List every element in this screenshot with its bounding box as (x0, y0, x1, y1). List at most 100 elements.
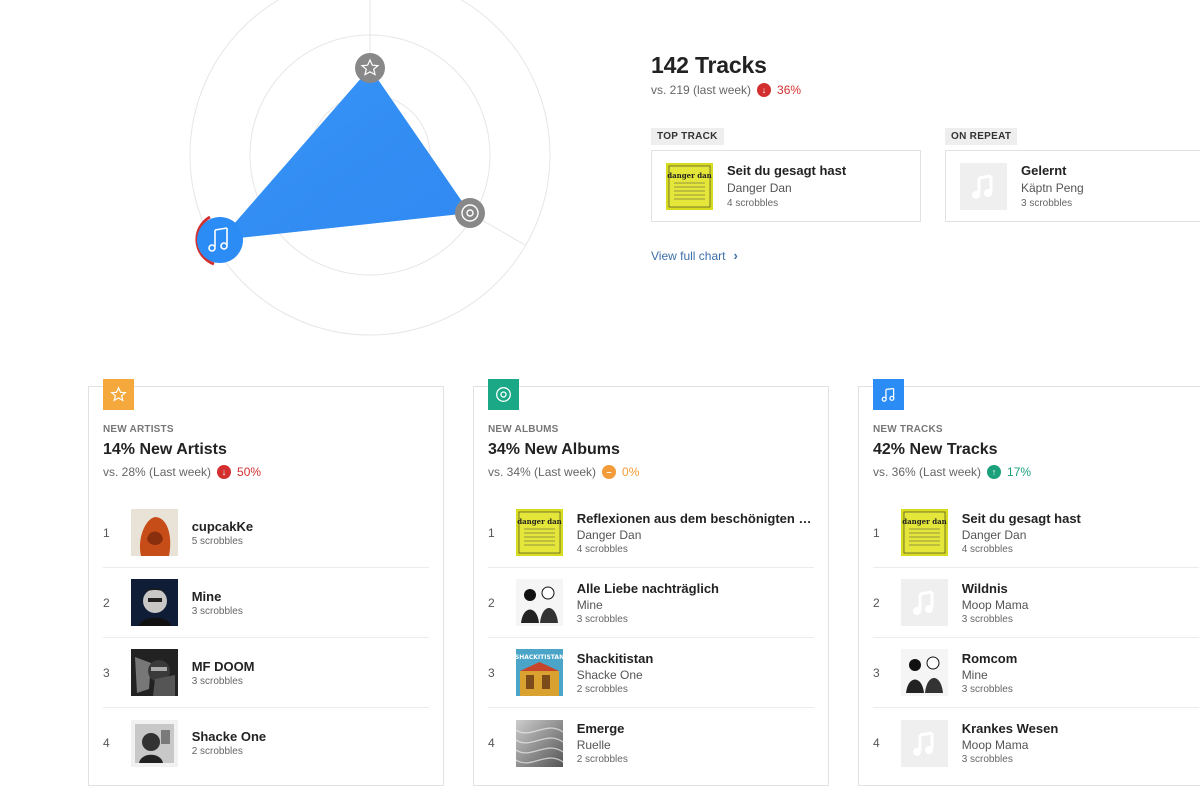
radar-node-albums[interactable] (455, 198, 485, 228)
no-change-icon: – (602, 465, 617, 479)
scrobble-count: 2 scrobbles (576, 683, 628, 695)
item-name[interactable]: Romcom (962, 651, 1199, 666)
album-art[interactable] (515, 579, 563, 626)
svg-text:danger dan: danger dan (902, 517, 947, 526)
album-art: danger dan (666, 162, 713, 210)
scrobble-count: 3 scrobbles (576, 613, 628, 625)
on-repeat-section: ON REPEAT Gelernt Käptn Peng 3 scrobbles (945, 126, 1200, 222)
album-art[interactable] (900, 579, 948, 626)
item-name[interactable]: cupcakKe (192, 519, 429, 534)
card-comparison: vs. 34% (Last week) –0% (488, 465, 639, 479)
rank-number: 3 (103, 665, 110, 680)
scrobble-count: 4 scrobbles (727, 198, 779, 209)
album-art[interactable]: danger dan (515, 509, 563, 556)
list-item[interactable]: 4 Emerge Ruelle 2 scrobbles (488, 708, 814, 778)
ranked-list: 1 danger dan Reflexionen aus dem beschönig… (488, 498, 814, 778)
item-name[interactable]: MF DOOM (192, 659, 429, 674)
card-comparison: vs. 28% (Last week) ↓ 50% (103, 465, 261, 479)
on-repeat-card[interactable]: Gelernt Käptn Peng 3 scrobbles (945, 150, 1200, 222)
list-item[interactable]: 3 Romcom Mine 3 scrobbles (873, 638, 1199, 708)
ranked-list: 1 danger dan Seit du gesagt hast Danger Dan… (873, 498, 1199, 778)
item-name[interactable]: Shackitistan (577, 651, 814, 666)
arrow-down-icon: ↓ (217, 465, 232, 479)
list-item[interactable]: 1 danger dan Seit du gesagt hast Danger Dan… (873, 498, 1199, 568)
summary-title: 142 Tracks (651, 52, 767, 78)
artist-name[interactable]: Mine (577, 598, 814, 612)
scrobble-count: 4 scrobbles (961, 543, 1013, 555)
artist-name[interactable]: Mine (962, 668, 1199, 682)
scrobble-count: 3 scrobbles (1021, 198, 1073, 209)
rank-number: 2 (103, 595, 110, 610)
card-icon-badge (488, 379, 519, 410)
comparison-text: vs. 36% (Last week) (873, 465, 982, 479)
list-item[interactable]: 4 Krankes Wesen Moop Mama 3 scrobbles (873, 708, 1199, 778)
scrobble-count: 2 scrobbles (191, 746, 243, 757)
item-name[interactable]: Krankes Wesen (962, 721, 1199, 736)
radar-node-tracks[interactable] (195, 215, 243, 266)
artist-name[interactable]: Danger Dan (727, 181, 846, 195)
list-item[interactable]: 2 Mine 3 scrobbles (103, 568, 429, 638)
list-item[interactable]: 1 cupcakKe 5 scrobbles (103, 498, 429, 568)
top-track-tag: TOP TRACK (651, 128, 724, 145)
card-title: 14% New Artists (103, 441, 227, 458)
scrobble-count: 3 scrobbles (191, 605, 243, 617)
comparison-text: vs. 28% (Last week) (103, 465, 212, 479)
artist-name[interactable]: Ruelle (577, 738, 814, 752)
rank-number: 4 (488, 736, 495, 750)
rank-number: 1 (873, 525, 880, 540)
album-art[interactable] (900, 649, 948, 696)
artist-name[interactable]: Danger Dan (577, 528, 814, 542)
artist-name[interactable]: Shacke One (577, 668, 814, 682)
scrobble-count: 5 scrobbles (191, 535, 243, 547)
top-track-card[interactable]: danger dan Seit du gesagt hast Danger Da… (651, 150, 921, 222)
disc-icon (495, 386, 512, 403)
album-art[interactable] (130, 509, 178, 556)
card-title: 42% New Tracks (873, 441, 998, 458)
album-art[interactable] (130, 579, 178, 626)
rank-number: 1 (488, 525, 495, 540)
list-item[interactable]: 3 SHACKITISTAN Shackitistan Shacke One 2 scr… (488, 638, 814, 708)
card-label: NEW ARTISTS (103, 424, 174, 435)
album-art[interactable] (130, 719, 178, 767)
album-art[interactable] (130, 649, 178, 696)
item-name[interactable]: Wildnis (962, 581, 1199, 596)
tracks-summary: 142 Tracks vs. 219 (last week) ↓ 36% (651, 52, 1200, 97)
list-item[interactable]: 4 Shacke One 2 scrobbles (103, 708, 429, 778)
album-art[interactable] (515, 719, 564, 767)
card-comparison: vs. 36% (Last week) ↑ 17% (873, 465, 1031, 479)
view-full-chart-link[interactable]: View full chart › (651, 248, 738, 263)
rank-number: 4 (103, 736, 110, 750)
list-item[interactable]: 2 Wildnis Moop Mama 3 scrobbles (873, 568, 1199, 638)
artist-name[interactable]: Danger Dan (962, 528, 1199, 542)
new-tracks-card: NEW TRACKS 42% New Tracks vs. 36% (Last we… (858, 379, 1200, 786)
radar-node-artists[interactable] (355, 53, 385, 83)
arrow-down-icon: ↓ (757, 83, 772, 97)
scrobble-count: 3 scrobbles (961, 683, 1013, 695)
item-name[interactable]: Shacke One (192, 729, 429, 744)
track-name[interactable]: Seit du gesagt hast (727, 163, 846, 178)
list-item[interactable]: 2 Alle Liebe nachträglich Mine 3 scrobbles (488, 568, 814, 638)
list-item[interactable]: 3 MF DOOM 3 scrobbles (103, 638, 429, 708)
album-art (960, 162, 1007, 210)
album-art[interactable] (900, 719, 948, 767)
ranked-list: 1 cupcakKe 5 scrobbles 2 Mine 3 scrobbles 3 MF … (103, 498, 429, 778)
track-name[interactable]: Gelernt (1021, 163, 1084, 178)
artist-name[interactable]: Käptn Peng (1021, 181, 1084, 195)
card-icon-badge (873, 379, 904, 410)
summary-change: 36% (777, 83, 802, 97)
item-name[interactable]: Alle Liebe nachträglich (577, 581, 814, 596)
card-label: NEW ALBUMS (488, 424, 559, 435)
album-art[interactable]: danger dan (900, 509, 948, 556)
list-item[interactable]: 1 danger dan Reflexionen aus dem beschönig… (488, 498, 814, 568)
item-name[interactable]: Mine (192, 589, 429, 604)
svg-text:danger dan: danger dan (517, 517, 562, 526)
top-track-section: TOP TRACK danger dan Seit du gesagt hast… (651, 126, 921, 222)
album-art[interactable]: SHACKITISTAN (515, 649, 564, 696)
artist-name[interactable]: Moop Mama (962, 598, 1199, 612)
item-name[interactable]: Seit du gesagt hast (962, 511, 1199, 526)
svg-text:danger dan: danger dan (667, 171, 712, 180)
item-name[interactable]: Reflexionen aus dem beschönigten L… (577, 511, 814, 526)
item-name[interactable]: Emerge (577, 721, 814, 736)
scrobble-count: 3 scrobbles (961, 613, 1013, 625)
artist-name[interactable]: Moop Mama (962, 738, 1199, 752)
